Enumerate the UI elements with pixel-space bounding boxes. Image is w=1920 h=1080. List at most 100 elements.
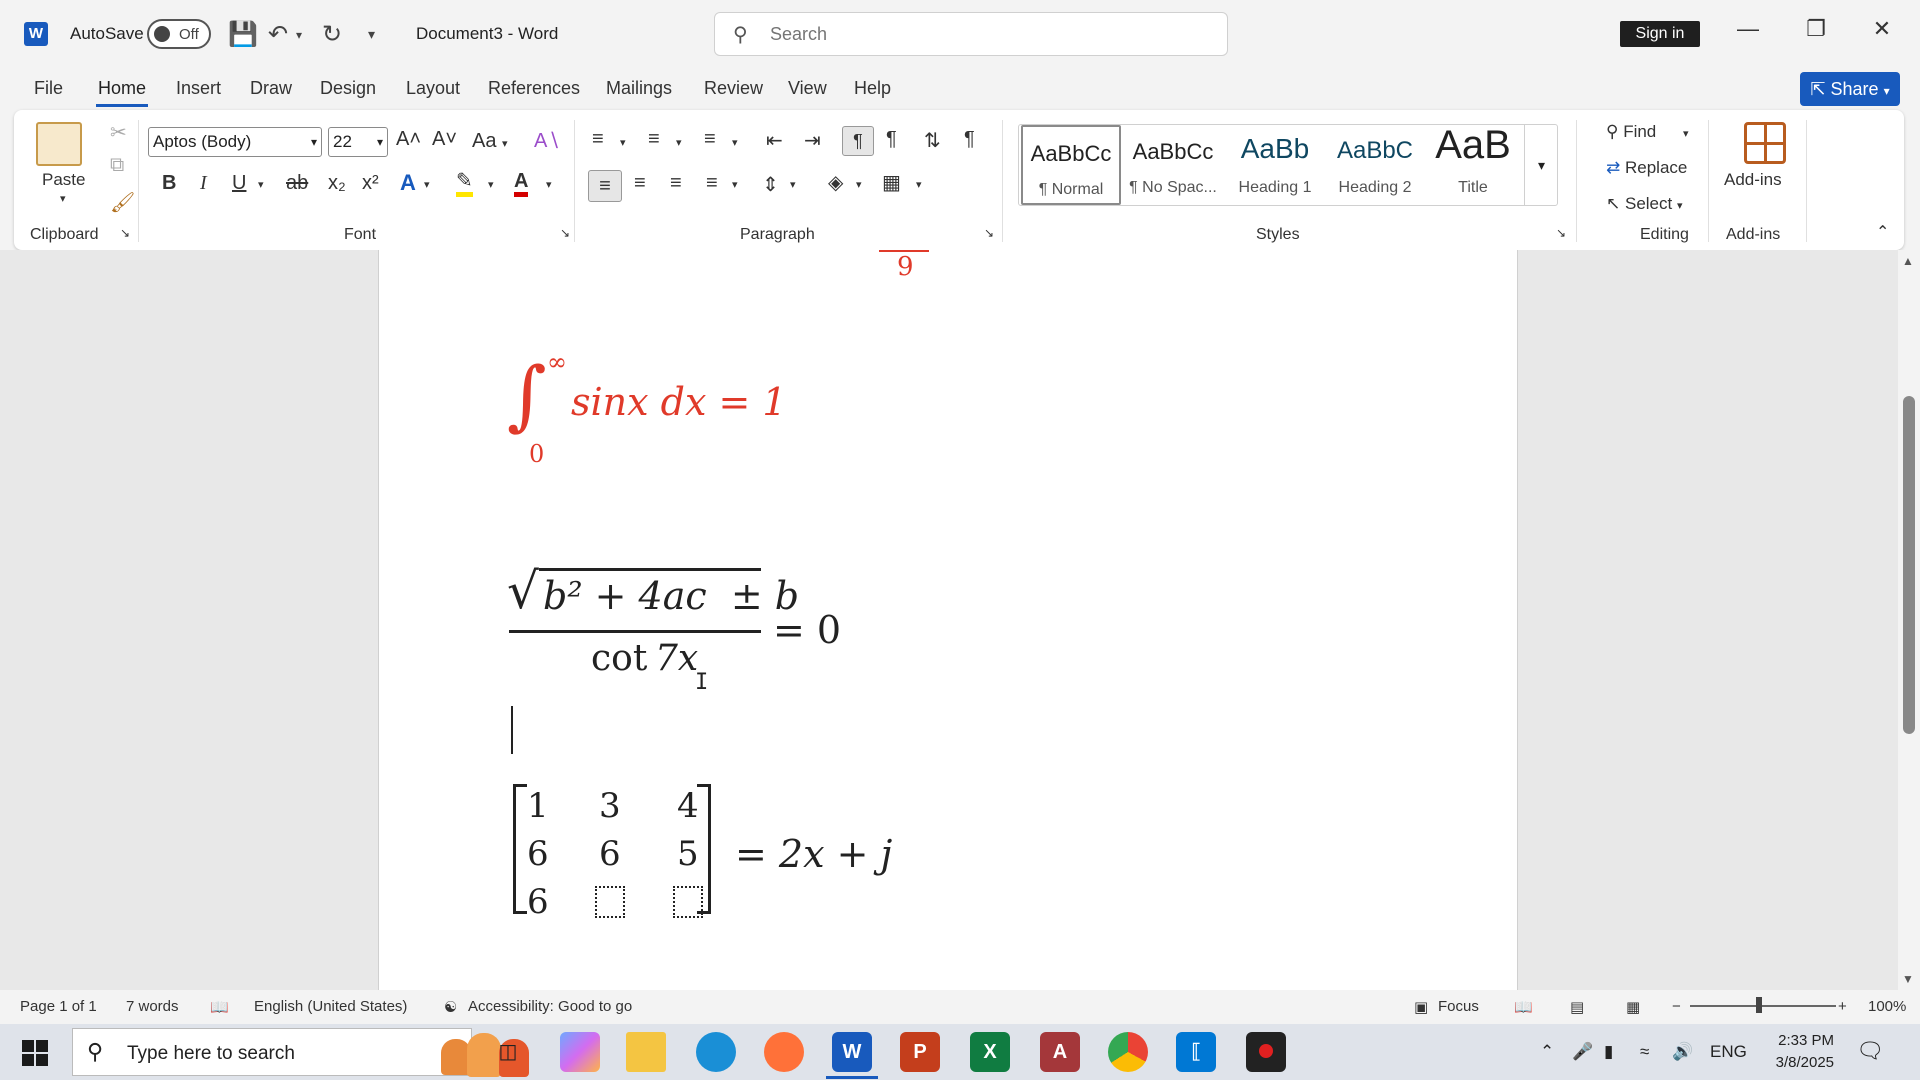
style-heading-1[interactable]: AaBb Heading 1 [1225, 125, 1325, 205]
word-count[interactable]: 7 words [126, 998, 179, 1015]
volume-icon[interactable]: 🔊 [1672, 1042, 1693, 1062]
zoom-in-icon[interactable]: + [1838, 998, 1847, 1015]
highlight-icon[interactable]: ✎ [456, 170, 473, 197]
justify-icon[interactable]: ≡ [706, 172, 718, 195]
font-size-select[interactable]: 22 ▾ [328, 127, 388, 157]
matrix-placeholder[interactable] [595, 886, 625, 918]
clipboard-icon[interactable] [36, 122, 82, 166]
tab-help[interactable]: Help [854, 78, 891, 99]
search-input[interactable] [770, 21, 1210, 47]
bold-icon[interactable]: B [162, 172, 176, 195]
ltr-icon[interactable]: ¶ [842, 126, 874, 156]
tab-home[interactable]: Home [95, 78, 149, 107]
highlight-dropdown-icon[interactable]: ▾ [488, 178, 494, 191]
bullets-icon[interactable]: ≡ [592, 128, 604, 151]
document-page[interactable]: 9 ∫ ∞ 0 sinx dx = 1 √ b² + 4ac ± b cot 7… [378, 250, 1518, 990]
text-effects-icon[interactable]: A [400, 170, 416, 196]
word-taskbar-icon[interactable]: W [832, 1032, 872, 1072]
access-icon[interactable]: A [1040, 1032, 1080, 1072]
align-center-icon[interactable]: ≡ [634, 172, 646, 195]
tab-references[interactable]: References [488, 78, 580, 99]
task-view-icon[interactable]: ◫ [488, 1032, 528, 1072]
style-title[interactable]: AaB Title [1423, 123, 1523, 205]
zoom-slider-track[interactable] [1690, 1005, 1836, 1007]
system-clock[interactable]: 2:33 PM 3/8/2025 [1762, 1030, 1834, 1074]
paste-button[interactable]: Paste [42, 170, 85, 190]
close-icon[interactable]: ✕ [1862, 16, 1902, 42]
find-button[interactable]: ⚲ Find ▾ [1606, 122, 1689, 142]
cut-icon[interactable]: ✂ [110, 120, 127, 145]
tab-design[interactable]: Design [320, 78, 376, 99]
input-language[interactable]: ENG [1710, 1042, 1747, 1062]
replace-button[interactable]: ⇄ Replace [1606, 158, 1687, 178]
focus-button[interactable]: Focus [1438, 998, 1479, 1015]
multilevel-dropdown-icon[interactable]: ▾ [732, 136, 738, 149]
firefox-icon[interactable] [764, 1032, 804, 1072]
underline-dropdown-icon[interactable]: ▾ [258, 178, 264, 191]
paste-dropdown-icon[interactable]: ▾ [60, 192, 66, 205]
borders-dropdown-icon[interactable]: ▾ [916, 178, 922, 191]
accessibility-status[interactable]: Accessibility: Good to go [468, 998, 632, 1015]
undo-icon[interactable]: ↶ [268, 20, 288, 49]
tab-view[interactable]: View [788, 78, 827, 99]
italic-icon[interactable]: I [200, 172, 207, 195]
windows-start-icon[interactable] [22, 1040, 48, 1066]
minimize-icon[interactable]: — [1728, 16, 1768, 42]
copy-icon[interactable]: ⧉ [110, 154, 124, 177]
tab-insert[interactable]: Insert [176, 78, 221, 99]
notifications-icon[interactable]: 🗨 [1856, 1038, 1884, 1064]
dialog-launcher-icon[interactable]: ↘ [560, 226, 570, 240]
tab-review[interactable]: Review [704, 78, 763, 99]
increase-indent-icon[interactable]: ⇥ [804, 128, 821, 153]
rtl-icon[interactable]: ¶ [886, 128, 897, 151]
style-no-spacing[interactable]: AaBbCc ¶ No Spac... [1123, 125, 1223, 205]
add-ins-icon[interactable] [1744, 122, 1786, 164]
change-case-button[interactable]: Aa ▾ [472, 130, 508, 153]
file-explorer-icon[interactable] [626, 1032, 666, 1072]
autosave-toggle[interactable]: Off [147, 19, 211, 49]
copilot-icon[interactable] [560, 1032, 600, 1072]
underline-icon[interactable]: U [232, 172, 246, 195]
search-box[interactable]: ⚲ [714, 12, 1228, 56]
line-spacing-dropdown-icon[interactable]: ▾ [790, 178, 796, 191]
scrollbar-thumb[interactable] [1903, 396, 1915, 734]
justify-dropdown-icon[interactable]: ▾ [732, 178, 738, 191]
vertical-scrollbar[interactable]: ▲ ▼ [1898, 250, 1920, 990]
tab-mailings[interactable]: Mailings [606, 78, 672, 99]
strikethrough-icon[interactable]: ab [286, 172, 308, 195]
add-ins-button[interactable]: Add-ins [1724, 170, 1782, 190]
collapse-ribbon-icon[interactable]: ⌃ [1876, 222, 1889, 242]
zoom-out-icon[interactable]: − [1672, 998, 1681, 1015]
zoom-level[interactable]: 100% [1868, 998, 1906, 1015]
taskbar-search[interactable]: ⚲ Type here to search [72, 1028, 529, 1077]
style-heading-2[interactable]: AaBbC Heading 2 [1325, 125, 1425, 205]
select-button[interactable]: ↖ Select ▾ [1606, 194, 1683, 214]
shrink-font-button[interactable]: A˅ [432, 128, 457, 151]
battery-icon[interactable]: ▮ [1604, 1042, 1613, 1062]
tab-layout[interactable]: Layout [406, 78, 460, 99]
show-marks-icon[interactable]: ¶ [964, 128, 975, 151]
styles-more-button[interactable]: ▾ [1524, 124, 1558, 206]
borders-icon[interactable]: ▦ [882, 170, 901, 195]
format-painter-icon[interactable]: 🖌 [110, 190, 135, 215]
numbering-icon[interactable]: ≡ [648, 128, 660, 151]
excel-icon[interactable]: X [970, 1032, 1010, 1072]
multilevel-list-icon[interactable]: ≡ [704, 128, 716, 151]
tab-file[interactable]: File [34, 78, 63, 99]
dialog-launcher-icon[interactable]: ↘ [984, 226, 994, 240]
sort-icon[interactable]: ⇅ [924, 128, 941, 153]
font-color-dropdown-icon[interactable]: ▾ [546, 178, 552, 191]
shading-dropdown-icon[interactable]: ▾ [856, 178, 862, 191]
language-status[interactable]: English (United States) [254, 998, 407, 1015]
numbering-dropdown-icon[interactable]: ▾ [676, 136, 682, 149]
font-name-select[interactable]: Aptos (Body) ▾ [148, 127, 322, 157]
network-icon[interactable]: ≈ [1640, 1042, 1649, 1062]
align-left-icon[interactable]: ≡ [588, 170, 622, 202]
redo-icon[interactable]: ↻ [322, 20, 342, 49]
read-mode-icon[interactable]: 📖 [1514, 998, 1533, 1016]
scroll-down-icon[interactable]: ▼ [1902, 972, 1914, 986]
grow-font-button[interactable]: A˄ [396, 128, 421, 151]
sign-in-button[interactable]: Sign in [1620, 21, 1700, 47]
line-spacing-icon[interactable]: ⇕ [762, 172, 779, 197]
subscript-icon[interactable]: x₂ [328, 172, 346, 195]
